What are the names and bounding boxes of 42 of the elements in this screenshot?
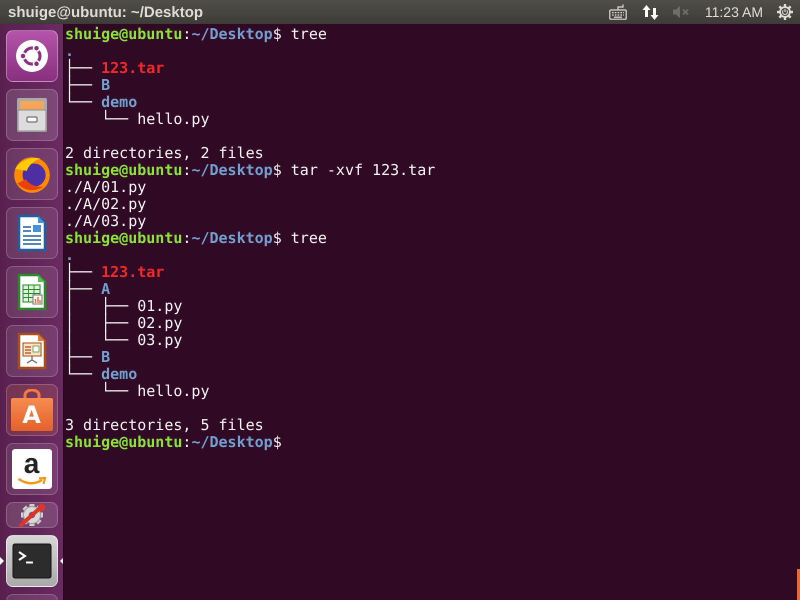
launcher-button[interactable] bbox=[6, 535, 58, 587]
output-text: ./A/02.py bbox=[65, 195, 146, 213]
tree-entry: . bbox=[65, 246, 74, 264]
scrollbar-thumb[interactable] bbox=[797, 569, 800, 600]
launcher-button[interactable] bbox=[6, 207, 58, 259]
tree-entry: └── demo bbox=[65, 365, 138, 383]
circle-logo-icon bbox=[14, 39, 48, 73]
output-text: 2 directories, 2 files bbox=[65, 144, 264, 162]
tree-entry: └── hello.py bbox=[101, 382, 210, 400]
bag-handle-icon bbox=[22, 389, 42, 399]
launcher-button[interactable] bbox=[6, 325, 58, 377]
terminal-icon bbox=[12, 543, 52, 579]
power-gear-icon[interactable] bbox=[777, 4, 793, 20]
tree-entry: └── demo bbox=[65, 93, 138, 111]
tree-entry: . bbox=[65, 42, 74, 60]
shell-prompt: shuige@ubuntu:~/Desktop$ bbox=[65, 433, 282, 451]
tree-entry: ├── B bbox=[65, 348, 110, 366]
launcher-button[interactable] bbox=[6, 266, 58, 318]
output-text: ./A/01.py bbox=[65, 178, 146, 196]
clock-text[interactable]: 11:23 AM bbox=[704, 4, 763, 20]
tree-entry: ├── 123.tar bbox=[65, 59, 164, 77]
shell-prompt: shuige@ubuntu:~/Desktop$ bbox=[65, 229, 282, 247]
command-text: tree bbox=[290, 25, 327, 43]
output-text: ./A/03.py bbox=[65, 212, 146, 230]
output-text: 3 directories, 5 files bbox=[65, 416, 264, 434]
tree-entry: ├── B bbox=[65, 76, 110, 94]
launcher-button[interactable] bbox=[6, 30, 58, 82]
launcher-button[interactable] bbox=[6, 502, 58, 528]
tree-entry: ├── 123.tar bbox=[65, 263, 164, 281]
command-text: tar -xvf 123.tar bbox=[290, 161, 436, 179]
window-title: shuige@ubuntu: ~/Desktop bbox=[8, 4, 204, 20]
launcher-button[interactable] bbox=[6, 148, 58, 200]
command-text: tree bbox=[290, 229, 327, 247]
up-down-arrows-icon[interactable] bbox=[642, 4, 659, 20]
launcher-button[interactable]: a bbox=[6, 443, 58, 495]
shell-prompt: shuige@ubuntu:~/Desktop$ bbox=[65, 25, 282, 43]
keyboard-icon[interactable] bbox=[608, 4, 627, 20]
tree-entry: ├── A bbox=[65, 280, 110, 298]
launcher-button[interactable] bbox=[6, 89, 58, 141]
tree-entry: └── hello.py bbox=[101, 110, 210, 128]
shell-prompt: shuige@ubuntu:~/Desktop$ bbox=[65, 161, 282, 179]
smile-arrow-icon bbox=[16, 477, 46, 486]
